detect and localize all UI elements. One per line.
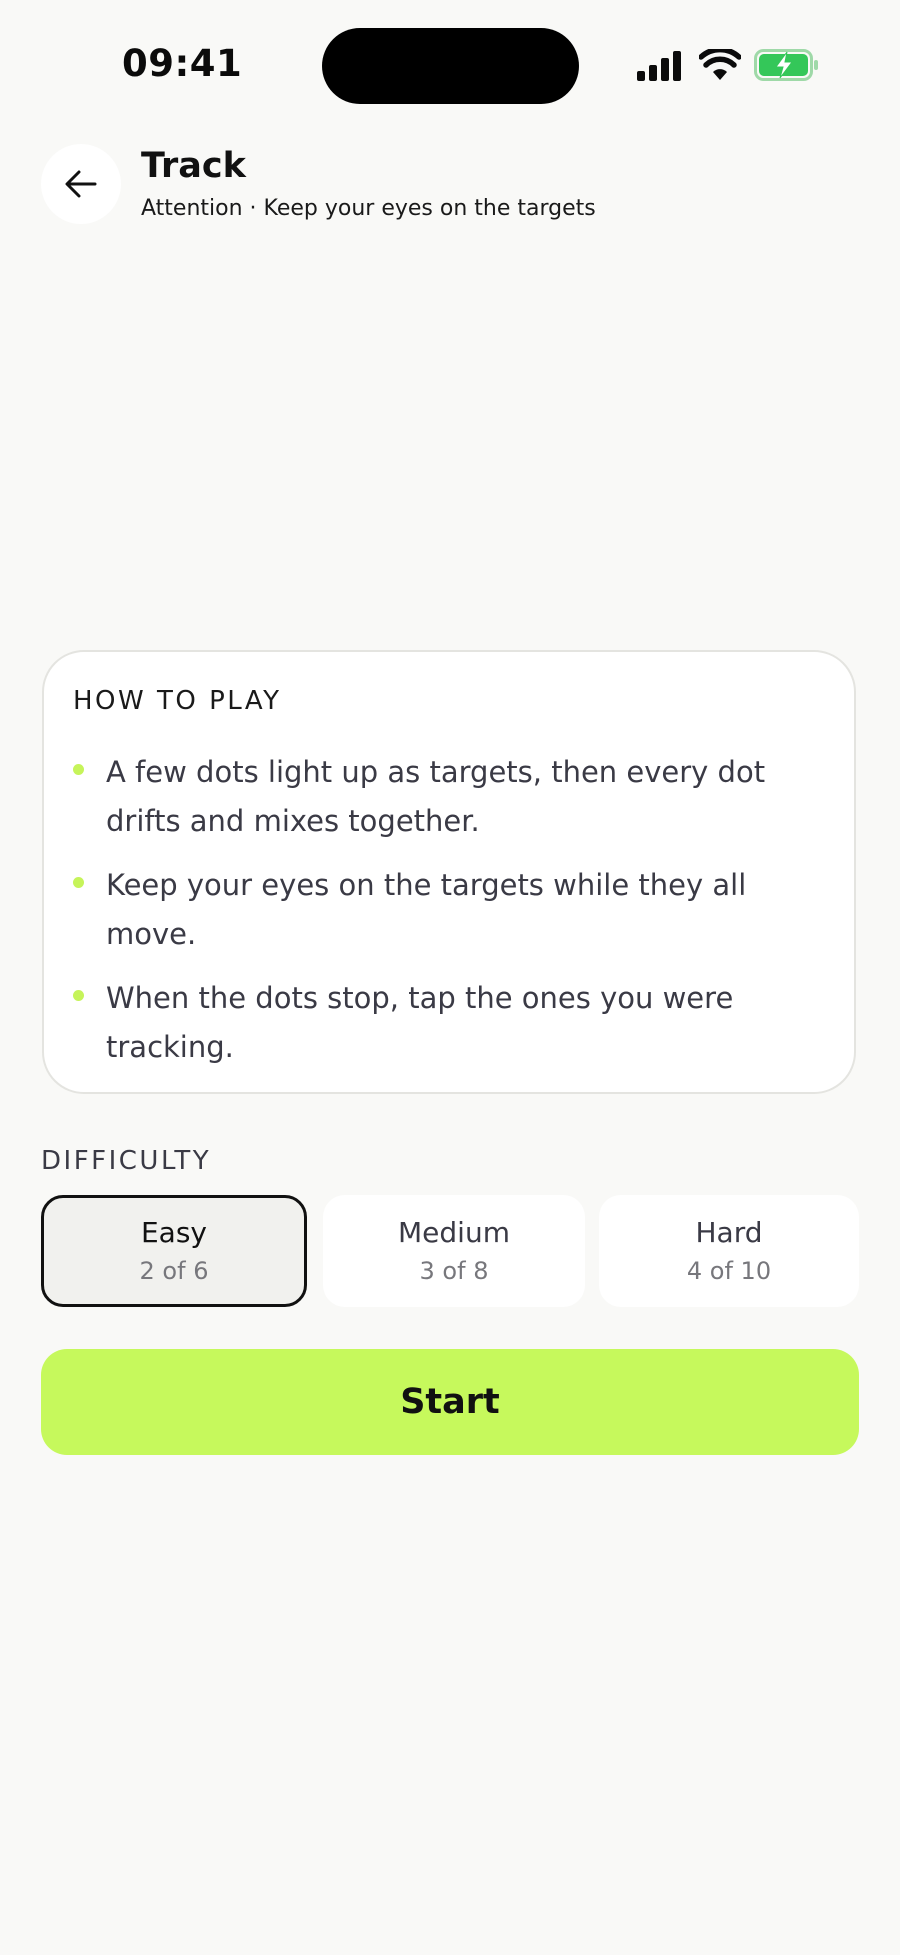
list-item-text: When the dots stop, tap the ones you wer… <box>106 981 734 1064</box>
how-to-play-list: A few dots light up as targets, then eve… <box>73 748 803 1087</box>
page-title: Track <box>141 146 246 186</box>
difficulty-selector: Easy 2 of 6 Medium 3 of 8 Hard 4 of 10 <box>41 1195 859 1307</box>
list-item: Keep your eyes on the targets while they… <box>73 861 803 959</box>
wifi-icon <box>699 49 741 80</box>
difficulty-detail: 2 of 6 <box>139 1257 209 1285</box>
list-item: When the dots stop, tap the ones you wer… <box>73 974 803 1072</box>
difficulty-name: Easy <box>140 1216 207 1249</box>
difficulty-detail: 3 of 8 <box>419 1257 489 1285</box>
difficulty-detail: 4 of 10 <box>686 1257 772 1285</box>
difficulty-option-hard[interactable]: Hard 4 of 10 <box>599 1195 859 1307</box>
difficulty-label: DIFFICULTY <box>41 1146 212 1176</box>
bullet-dot <box>73 877 84 888</box>
list-item: A few dots light up as targets, then eve… <box>73 748 803 846</box>
difficulty-name: Hard <box>695 1216 763 1249</box>
bullet-dot <box>73 990 84 1001</box>
difficulty-option-medium[interactable]: Medium 3 of 8 <box>323 1195 585 1307</box>
status-bar: 09:41 <box>0 0 900 130</box>
arrow-left-icon <box>65 170 97 198</box>
difficulty-option-easy[interactable]: Easy 2 of 6 <box>41 1195 307 1307</box>
dynamic-island <box>322 28 579 104</box>
bullet-dot <box>73 764 84 775</box>
battery-charging-icon <box>754 49 818 81</box>
start-button[interactable]: Start <box>41 1349 859 1455</box>
difficulty-name: Medium <box>398 1216 510 1249</box>
list-item-text: A few dots light up as targets, then eve… <box>106 755 766 838</box>
how-to-play-title: HOW TO PLAY <box>73 686 282 716</box>
page-subtitle: Attention · Keep your eyes on the target… <box>141 196 596 221</box>
list-item-text: Keep your eyes on the targets while they… <box>106 868 747 951</box>
back-button[interactable] <box>41 144 121 224</box>
status-time: 09:41 <box>122 42 243 85</box>
header: Track Attention · Keep your eyes on the … <box>0 140 900 240</box>
signal-icon <box>637 51 681 81</box>
how-to-play-card: HOW TO PLAY A few dots light up as targe… <box>42 650 856 1094</box>
